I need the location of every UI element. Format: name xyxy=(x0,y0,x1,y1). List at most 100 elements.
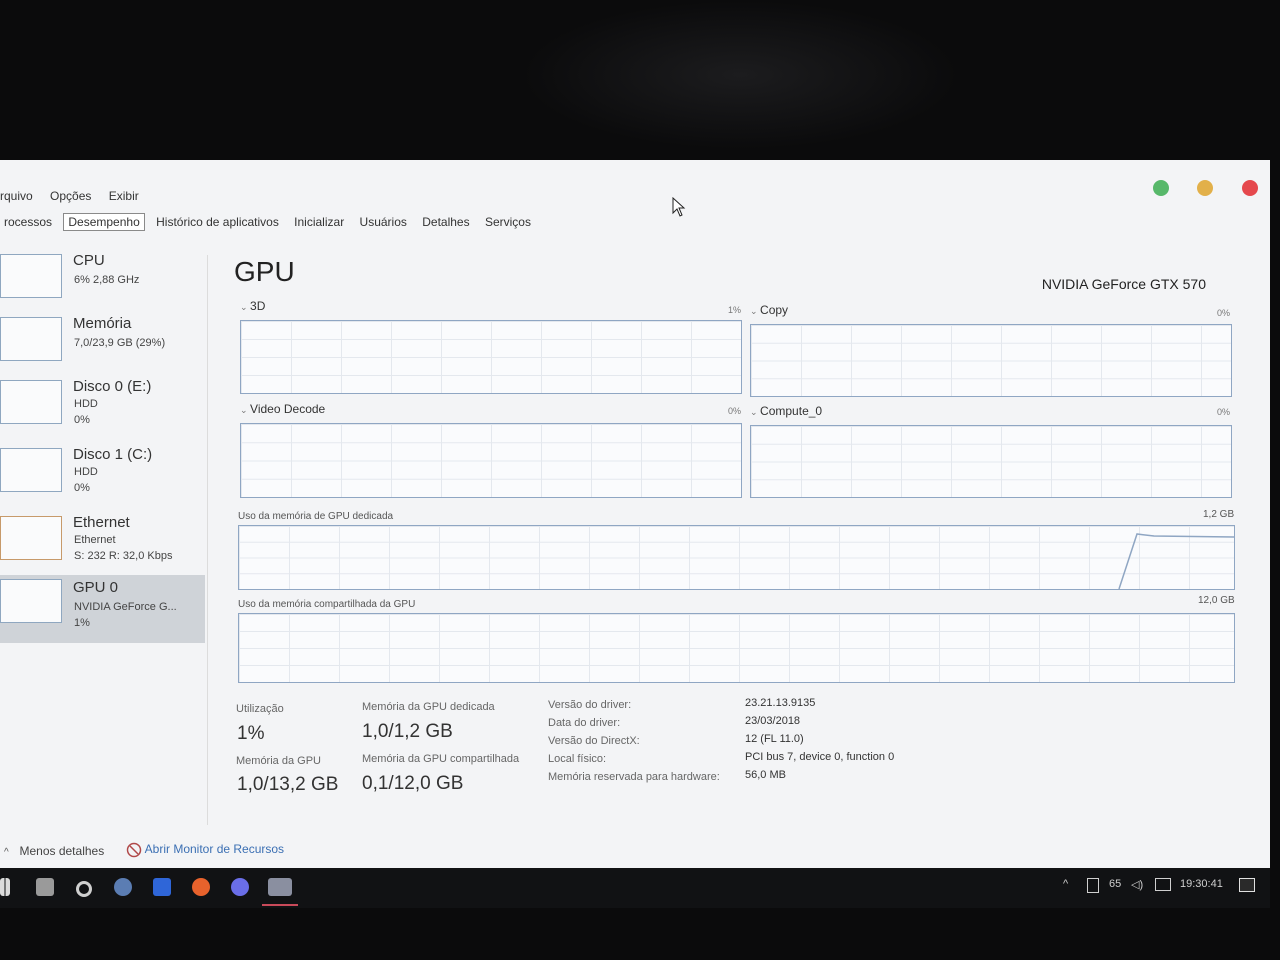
sidebar-item-cpu[interactable]: CPU 6% 2,88 GHz xyxy=(0,250,205,314)
sidebar-divider xyxy=(207,255,208,825)
engine-selector-3d[interactable]: ⌄ 3D xyxy=(240,299,265,313)
shared-memory-graph-label: Uso da memória compartilhada da GPU xyxy=(238,599,416,610)
sidebar-item-detail: 6% 2,88 GHz xyxy=(74,274,140,286)
task-manager-taskbar-icon[interactable] xyxy=(268,878,292,896)
utilization-label: Utilização xyxy=(236,703,284,715)
sidebar-item-usage: 0% xyxy=(74,414,90,426)
driver-version-value: 23.21.13.9135 xyxy=(745,697,816,709)
discord-icon[interactable] xyxy=(231,878,249,896)
tray-temperature[interactable]: 65 xyxy=(1109,878,1121,890)
minimize-button[interactable] xyxy=(1153,180,1169,196)
gpu-thumbnail-graph xyxy=(0,579,62,623)
title-bar xyxy=(0,160,1270,182)
sidebar-item-title: Ethernet xyxy=(73,514,130,531)
sidebar-item-detail: 7,0/23,9 GB (29%) xyxy=(74,337,166,349)
dedicated-memory-graph-max: 1,2 GB xyxy=(1203,509,1235,520)
resource-monitor-link[interactable]: Abrir Monitor de Recursos xyxy=(126,842,284,858)
notification-center-icon[interactable] xyxy=(1239,878,1255,892)
tab-users[interactable]: Usuários xyxy=(356,214,411,230)
chevron-down-icon: ⌄ xyxy=(240,302,251,312)
task-view-icon[interactable] xyxy=(36,878,54,896)
steam-icon[interactable] xyxy=(114,878,132,896)
mouse-cursor-icon xyxy=(672,197,686,217)
shared-memory-label: Memória da GPU compartilhada xyxy=(362,753,520,765)
settings-gear-icon[interactable] xyxy=(76,881,92,897)
sidebar-item-detail: HDD xyxy=(74,466,98,478)
performance-sidebar: CPU 6% 2,88 GHz Memória 7,0/23,9 GB (29%… xyxy=(0,250,205,850)
directx-version-value: 12 (FL 11.0) xyxy=(745,733,804,745)
tab-services[interactable]: Serviços xyxy=(481,214,535,230)
ethernet-thumbnail-graph xyxy=(0,516,62,560)
sidebar-item-disk0[interactable]: Disco 0 (E:) HDD 0% xyxy=(0,376,205,440)
tray-clock[interactable]: 19:30:41 xyxy=(1180,878,1223,890)
engine-percent: 0% xyxy=(1217,308,1231,318)
engine-selector-video-decode[interactable]: ⌄ Video Decode xyxy=(240,402,325,416)
engine-selector-copy[interactable]: ⌄ Copy xyxy=(750,303,788,317)
engine-label: 3D xyxy=(250,299,266,313)
engine-percent: 0% xyxy=(728,406,742,416)
tray-network-icon[interactable] xyxy=(1155,878,1171,891)
sidebar-item-title: Disco 1 (C:) xyxy=(73,446,153,463)
engine-label: Copy xyxy=(760,303,789,317)
tab-performance[interactable]: Desempenho xyxy=(63,213,145,231)
sidebar-item-detail: HDD xyxy=(74,398,98,410)
sidebar-item-memory[interactable]: Memória 7,0/23,9 GB (29%) xyxy=(0,313,205,377)
engine-selector-compute[interactable]: ⌄ Compute_0 xyxy=(750,404,822,418)
physical-location-key: Local físico: xyxy=(548,753,607,765)
engine-graph-copy xyxy=(750,324,1232,397)
engine-graph-video-decode xyxy=(240,423,742,498)
taskbar: ^ 65 ◁) 19:30:41 xyxy=(0,868,1270,908)
tab-startup[interactable]: Inicializar xyxy=(290,214,348,230)
firefox-icon[interactable] xyxy=(192,878,210,896)
active-app-indicator xyxy=(262,904,298,906)
sidebar-item-throughput: S: 232 R: 32,0 Kbps xyxy=(74,550,173,562)
shared-memory-graph-max: 12,0 GB xyxy=(1198,595,1235,606)
chevron-up-icon: ^ xyxy=(4,847,12,858)
menu-file[interactable]: rquivo xyxy=(0,189,33,203)
menu-options[interactable]: Opções xyxy=(50,189,91,203)
driver-version-key: Versão do driver: xyxy=(548,699,632,711)
tab-processes[interactable]: rocessos xyxy=(0,214,56,230)
shared-memory-graph xyxy=(238,613,1235,683)
start-windows-icon[interactable] xyxy=(0,878,10,896)
tray-chevron-up-icon[interactable]: ^ xyxy=(1063,878,1068,890)
engine-graph-3d xyxy=(240,320,742,394)
memory-thumbnail-graph xyxy=(0,317,62,361)
tab-bar: rocessos Desempenho Histórico de aplicat… xyxy=(0,213,539,233)
dedicated-memory-graph xyxy=(238,525,1235,590)
hardware-reserved-memory-value: 56,0 MB xyxy=(745,769,786,781)
gpu-device-name: NVIDIA GeForce GTX 570 xyxy=(1041,276,1206,292)
engine-label: Video Decode xyxy=(250,402,326,416)
sidebar-item-disk1[interactable]: Disco 1 (C:) HDD 0% xyxy=(0,444,205,508)
engine-percent: 1% xyxy=(728,305,742,315)
gpu-memory-label: Memória da GPU xyxy=(236,755,321,767)
sidebar-item-gpu0[interactable]: GPU 0 NVIDIA GeForce G... 1% xyxy=(0,575,205,643)
disk1-thumbnail-graph xyxy=(0,448,62,492)
engine-graph-compute xyxy=(750,425,1232,498)
page-title: GPU xyxy=(234,256,295,287)
sidebar-item-detail: Ethernet xyxy=(74,534,116,546)
tray-volume-icon[interactable]: ◁) xyxy=(1131,878,1143,891)
tray-battery-icon[interactable] xyxy=(1087,878,1099,893)
less-details-label: Menos detalhes xyxy=(19,844,105,858)
maximize-button[interactable] xyxy=(1197,180,1213,196)
gpu-memory-value: 1,0/13,2 GB xyxy=(237,774,339,795)
physical-location-value: PCI bus 7, device 0, function 0 xyxy=(745,751,895,763)
sidebar-item-detail: NVIDIA GeForce G... xyxy=(74,601,177,613)
engine-label: Compute_0 xyxy=(760,404,823,418)
dedicated-memory-usage-line xyxy=(1118,533,1234,589)
tab-details[interactable]: Detalhes xyxy=(418,214,473,230)
close-button[interactable] xyxy=(1242,180,1258,196)
dedicated-memory-label: Memória da GPU dedicada xyxy=(362,701,495,713)
sidebar-item-ethernet[interactable]: Ethernet Ethernet S: 232 R: 32,0 Kbps xyxy=(0,512,205,576)
chevron-down-icon: ⌄ xyxy=(750,407,761,417)
app-blue-icon[interactable] xyxy=(153,878,171,896)
tab-app-history[interactable]: Histórico de aplicativos xyxy=(152,214,283,230)
less-details-button[interactable]: ^ Menos detalhes xyxy=(4,844,104,858)
driver-date-key: Data do driver: xyxy=(548,717,621,729)
sidebar-item-title: GPU 0 xyxy=(73,579,119,596)
menu-view[interactable]: Exibir xyxy=(109,189,139,203)
sidebar-item-usage: 0% xyxy=(74,482,90,494)
chevron-down-icon: ⌄ xyxy=(240,405,251,415)
disk0-thumbnail-graph xyxy=(0,380,62,424)
